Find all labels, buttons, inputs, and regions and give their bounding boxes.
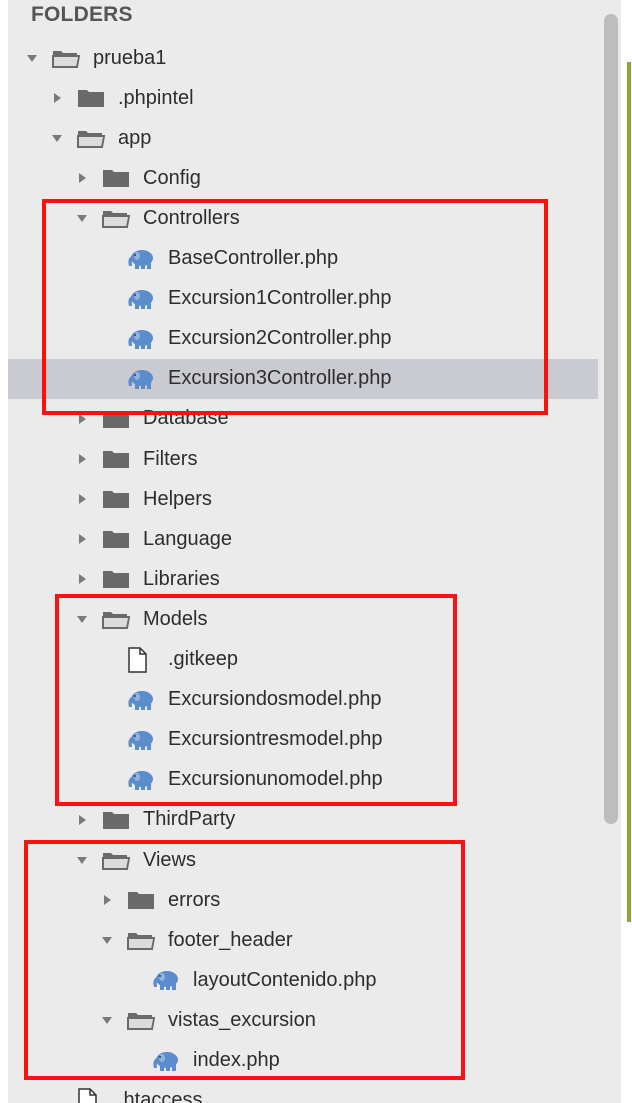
editor-accent-strip — [627, 62, 631, 922]
blank-file-icon — [76, 1087, 108, 1103]
disclosure-collapsed-icon[interactable] — [73, 169, 91, 187]
scrollbar[interactable] — [604, 14, 618, 824]
tree-folder-row[interactable]: Language — [8, 519, 598, 559]
folders-header: FOLDERS — [31, 3, 133, 26]
tree-item-label: .htaccess — [118, 1089, 203, 1103]
folder-open-icon — [51, 46, 83, 70]
folder-closed-icon — [101, 447, 133, 471]
tree-folder-row[interactable]: prueba1 — [8, 38, 598, 78]
disclosure-collapsed-icon[interactable] — [73, 570, 91, 588]
tree-item-label: prueba1 — [93, 46, 167, 69]
highlight-box-controllers — [42, 199, 548, 415]
tree-item-label: Filters — [143, 447, 198, 470]
tree-folder-row[interactable]: Filters — [8, 439, 598, 479]
disclosure-collapsed-icon[interactable] — [48, 89, 66, 107]
folder-open-icon — [76, 126, 108, 150]
folder-closed-icon — [76, 86, 108, 110]
highlight-box-models — [55, 594, 457, 806]
disclosure-collapsed-icon[interactable] — [73, 811, 91, 829]
folder-closed-icon — [101, 808, 133, 832]
folder-closed-icon — [101, 166, 133, 190]
tree-item-label: ThirdParty — [143, 808, 236, 831]
tree-folder-row[interactable]: .phpintel — [8, 78, 598, 118]
highlight-box-views — [24, 840, 465, 1080]
tree-item-label: Helpers — [143, 487, 212, 510]
disclosure-collapsed-icon[interactable] — [73, 490, 91, 508]
folder-closed-icon — [101, 527, 133, 551]
tree-item-label: .phpintel — [118, 86, 194, 109]
folder-closed-icon — [101, 567, 133, 591]
tree-item-label: Libraries — [143, 567, 220, 590]
tree-item-label: Config — [143, 166, 201, 189]
tree-file-row[interactable]: .htaccess — [8, 1081, 598, 1103]
disclosure-expanded-icon[interactable] — [23, 49, 41, 67]
disclosure-collapsed-icon[interactable] — [73, 450, 91, 468]
disclosure-expanded-icon[interactable] — [48, 129, 66, 147]
tree-folder-row[interactable]: app — [8, 118, 598, 158]
tree-folder-row[interactable]: Helpers — [8, 479, 598, 519]
folder-closed-icon — [101, 487, 133, 511]
tree-folder-row[interactable]: Config — [8, 158, 598, 198]
tree-item-label: Language — [143, 527, 232, 550]
tree-item-label: app — [118, 126, 152, 149]
disclosure-collapsed-icon[interactable] — [73, 530, 91, 548]
